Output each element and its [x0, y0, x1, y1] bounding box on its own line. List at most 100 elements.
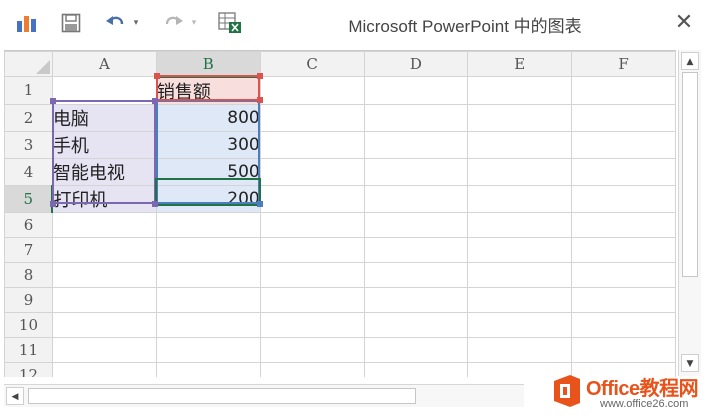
cell-b8[interactable]: [155, 261, 261, 288]
cell-c2[interactable]: [259, 103, 365, 132]
cell-a8[interactable]: [51, 261, 157, 288]
cell-b11[interactable]: [155, 336, 261, 363]
cell-c10[interactable]: [259, 311, 365, 338]
cell-a2[interactable]: 电脑: [51, 103, 157, 132]
undo-icon[interactable]: [100, 10, 130, 36]
cell-e7[interactable]: [467, 236, 573, 263]
cell-c11[interactable]: [259, 336, 365, 363]
cell-d6[interactable]: [363, 211, 469, 238]
column-header-f[interactable]: F: [571, 51, 676, 77]
cell-e8[interactable]: [467, 261, 573, 288]
cell-e11[interactable]: [467, 336, 573, 363]
cell-d7[interactable]: [363, 236, 469, 263]
cell-c1[interactable]: [259, 76, 365, 105]
cell-e3[interactable]: [467, 130, 573, 159]
category-range-handle[interactable]: [50, 201, 56, 207]
select-all-corner[interactable]: [4, 51, 53, 77]
cell-a7[interactable]: [51, 236, 157, 263]
cell-e6[interactable]: [467, 211, 573, 238]
cell-e2[interactable]: [467, 103, 573, 132]
cell-a12[interactable]: [51, 361, 157, 377]
vertical-scroll-thumb[interactable]: [682, 72, 698, 277]
spreadsheet-grid[interactable]: A B C D E F 1 销售额 2 电脑 800 3 手机 300 4 智能…: [4, 50, 676, 377]
cell-a5[interactable]: 打印机: [51, 184, 157, 213]
row-header-1[interactable]: 1: [4, 76, 53, 105]
cell-b1[interactable]: 销售额: [155, 76, 261, 105]
vertical-scrollbar[interactable]: ▲ ▼: [678, 50, 701, 376]
column-header-e[interactable]: E: [467, 51, 573, 77]
series-name-handle[interactable]: [154, 73, 160, 79]
cell-d11[interactable]: [363, 336, 469, 363]
cell-b7[interactable]: [155, 236, 261, 263]
category-range-handle[interactable]: [50, 98, 56, 104]
cell-e4[interactable]: [467, 157, 573, 186]
row-header-10[interactable]: 10: [4, 311, 53, 338]
cell-c9[interactable]: [259, 286, 365, 313]
cell-c5[interactable]: [259, 184, 365, 213]
cell-d3[interactable]: [363, 130, 469, 159]
cell-e5[interactable]: [467, 184, 573, 213]
series-name-handle[interactable]: [257, 97, 263, 103]
row-header-5[interactable]: 5: [4, 184, 54, 213]
close-icon[interactable]: ✕: [672, 10, 696, 36]
cell-d5[interactable]: [363, 184, 469, 213]
row-header-2[interactable]: 2: [4, 103, 53, 132]
excel-edit-icon[interactable]: [216, 10, 244, 36]
horizontal-scroll-thumb[interactable]: [28, 388, 416, 404]
cell-f7[interactable]: [571, 236, 676, 263]
scroll-up-icon[interactable]: ▲: [681, 52, 699, 70]
cell-b6[interactable]: [155, 211, 261, 238]
cell-a3[interactable]: 手机: [51, 130, 157, 159]
cell-b10[interactable]: [155, 311, 261, 338]
cell-d2[interactable]: [363, 103, 469, 132]
row-header-9[interactable]: 9: [4, 286, 53, 313]
column-header-c[interactable]: C: [259, 51, 365, 77]
cell-f4[interactable]: [571, 157, 676, 186]
cell-d4[interactable]: [363, 157, 469, 186]
row-header-12[interactable]: 12: [4, 361, 53, 377]
value-range-handle[interactable]: [257, 201, 263, 207]
cell-a10[interactable]: [51, 311, 157, 338]
cell-b3[interactable]: 300: [155, 130, 261, 159]
cell-b4[interactable]: 500: [155, 157, 261, 186]
cell-c4[interactable]: [259, 157, 365, 186]
row-header-11[interactable]: 11: [4, 336, 53, 363]
cell-c7[interactable]: [259, 236, 365, 263]
cell-c6[interactable]: [259, 211, 365, 238]
cell-a11[interactable]: [51, 336, 157, 363]
category-range-handle[interactable]: [152, 201, 158, 207]
cell-c12[interactable]: [259, 361, 365, 377]
cell-f5[interactable]: [571, 184, 676, 213]
redo-dropdown-icon[interactable]: ▾: [188, 10, 200, 36]
row-header-8[interactable]: 8: [4, 261, 53, 288]
cell-b9[interactable]: [155, 286, 261, 313]
row-header-3[interactable]: 3: [4, 130, 53, 159]
cell-b5-active[interactable]: 200: [155, 184, 261, 213]
column-header-d[interactable]: D: [363, 51, 469, 77]
row-header-7[interactable]: 7: [4, 236, 53, 263]
cell-a1[interactable]: [51, 76, 157, 105]
cell-b12[interactable]: [155, 361, 261, 377]
cell-f1[interactable]: [571, 76, 676, 105]
cell-a9[interactable]: [51, 286, 157, 313]
cell-d8[interactable]: [363, 261, 469, 288]
cell-f2[interactable]: [571, 103, 676, 132]
cell-f6[interactable]: [571, 211, 676, 238]
cell-a4[interactable]: 智能电视: [51, 157, 157, 186]
cell-e9[interactable]: [467, 286, 573, 313]
cell-e10[interactable]: [467, 311, 573, 338]
row-header-4[interactable]: 4: [4, 157, 53, 186]
redo-icon[interactable]: [160, 10, 188, 36]
cell-b2[interactable]: 800: [155, 103, 261, 132]
cell-d12[interactable]: [363, 361, 469, 377]
cell-f10[interactable]: [571, 311, 676, 338]
horizontal-scrollbar[interactable]: ◀: [4, 384, 524, 407]
row-header-6[interactable]: 6: [4, 211, 53, 238]
cell-f9[interactable]: [571, 286, 676, 313]
cell-d10[interactable]: [363, 311, 469, 338]
cell-a6[interactable]: [51, 211, 157, 238]
cell-e1[interactable]: [467, 76, 573, 105]
cell-f11[interactable]: [571, 336, 676, 363]
cell-f8[interactable]: [571, 261, 676, 288]
scroll-left-icon[interactable]: ◀: [6, 387, 24, 405]
